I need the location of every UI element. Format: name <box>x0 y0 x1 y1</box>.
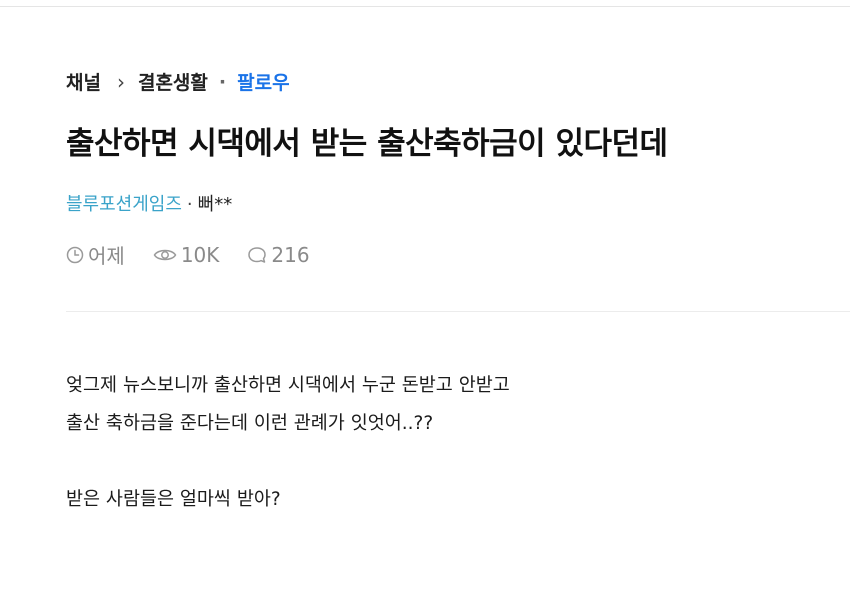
post-views-value: 10K <box>180 242 220 267</box>
breadcrumb-dot: · <box>218 70 227 93</box>
divider <box>66 311 850 312</box>
post-body: 엊그제 뉴스보니까 출산하면 시댁에서 누군 돈받고 안받고 출산 축하금을 준… <box>66 367 826 519</box>
author-name: 뻐** <box>197 194 233 215</box>
post-comments-value: 216 <box>271 242 310 267</box>
post-time: 어제 <box>66 240 125 269</box>
post-comments[interactable]: 216 <box>247 242 310 267</box>
eye-icon <box>153 249 177 260</box>
follow-button[interactable]: 팔로우 <box>237 68 289 95</box>
post-body-line: 출산 축하금을 준다는데 이런 관례가 잇엇어..?? <box>66 413 434 434</box>
breadcrumb-channel-link[interactable]: 채널 <box>66 68 101 95</box>
author-separator: · <box>186 194 193 215</box>
company-link[interactable]: 블루포션게임즈 <box>66 194 182 215</box>
post-body-line: 엊그제 뉴스보니까 출산하면 시댁에서 누군 돈받고 안받고 <box>66 375 510 396</box>
author-row: 블루포션게임즈 · 뻐** <box>66 190 232 216</box>
breadcrumb-board-link[interactable]: 결혼생활 <box>138 68 208 95</box>
comment-bubble-icon <box>248 246 267 263</box>
post-views: 10K <box>153 242 220 267</box>
clock-icon <box>66 246 84 263</box>
post-title: 출산하면 시댁에서 받는 출산축하금이 있다던데 <box>66 126 668 162</box>
breadcrumb: 채널 › 결혼생활 · 팔로우 <box>66 68 290 95</box>
post-body-line: 받은 사람들은 얼마씩 받아? <box>66 489 281 510</box>
chevron-right-icon: › <box>116 69 125 94</box>
post-body-blank-line <box>66 443 826 481</box>
post-time-value: 어제 <box>88 244 125 268</box>
post-meta: 어제 10K 216 <box>66 240 338 269</box>
top-border <box>0 0 850 7</box>
